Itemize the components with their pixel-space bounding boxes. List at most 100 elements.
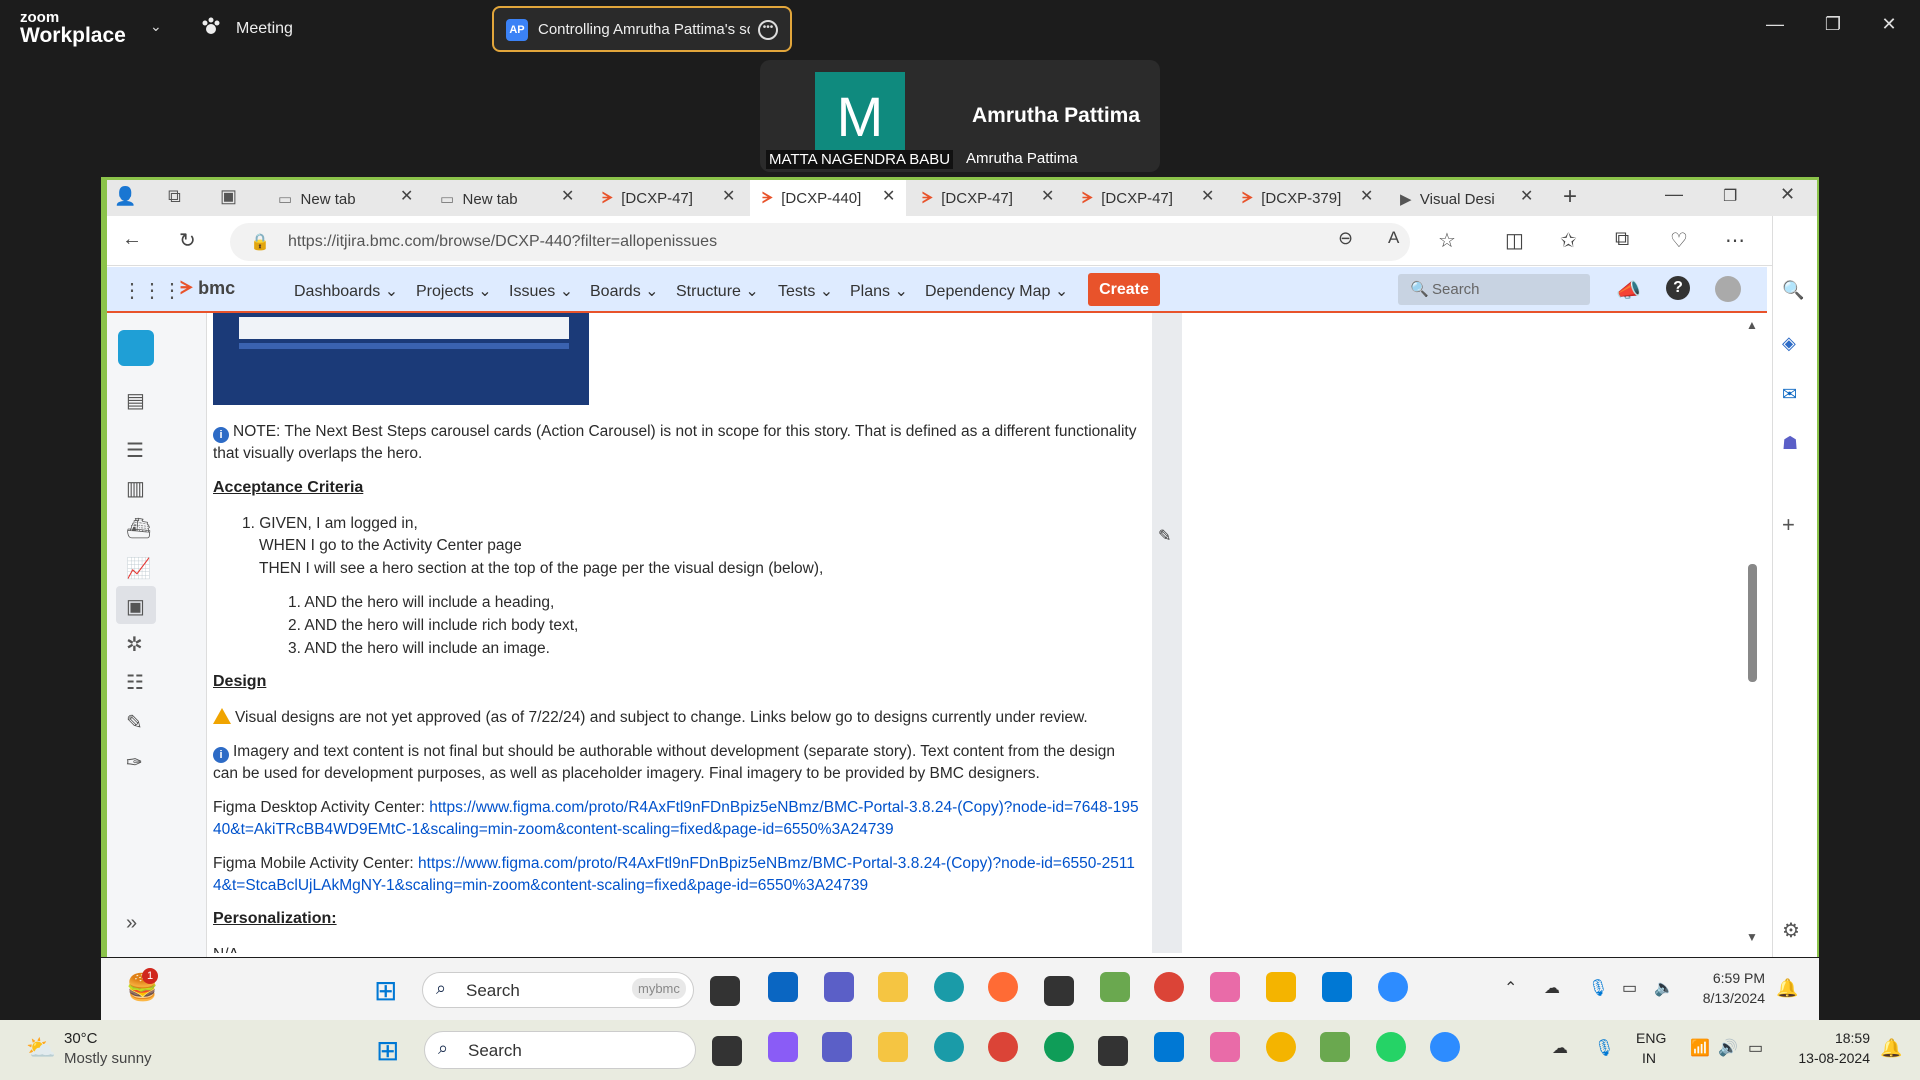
start-icon[interactable]: ⊞ [374,974,397,1007]
tab-dcxp-47-b[interactable]: ᗒ [DCXP-47] [922,180,1032,216]
collections-icon[interactable]: ⧉ [1615,228,1629,251]
feather-icon[interactable]: ✎ [126,710,143,735]
meeting-menu[interactable]: Meeting [236,20,293,38]
mic-icon[interactable]: 🎙 [1594,1038,1614,1058]
volume-icon[interactable]: 🔊 [1718,1038,1738,1058]
tab-dcxp-379[interactable]: ᗒ [DCXP-379] [1242,180,1360,216]
teams-icon[interactable]: ☗ [1782,433,1798,454]
teams-icon[interactable] [824,972,854,1002]
menu-plans[interactable]: Plans ⌄ [850,281,908,301]
feather-alt-icon[interactable]: ✑ [126,750,143,775]
close-icon[interactable]: ✕ [400,186,413,206]
chrome-icon[interactable] [988,1032,1018,1062]
remote-time[interactable]: 6:59 PM [1695,970,1765,986]
more-options-icon[interactable]: ••• [758,20,778,40]
postman-icon[interactable] [988,972,1018,1002]
display-icon[interactable]: ▭ [1622,978,1637,998]
notification-bell-icon[interactable]: 🔔 [1880,1038,1902,1059]
close-icon[interactable]: ✕ [1360,186,1373,206]
close-icon[interactable]: ✕ [1520,186,1533,206]
avatar[interactable] [1715,276,1741,302]
tab-visual-design[interactable]: ▶ Visual Desi [1400,180,1510,216]
settings-icon[interactable]: ⚙ [1782,918,1800,943]
more-icon[interactable]: ⋯ [1725,228,1745,253]
edge-icon[interactable] [934,1032,964,1062]
edge-icon[interactable] [934,972,964,1002]
zoom-icon[interactable] [1378,972,1408,1002]
workspaces-icon[interactable]: ⧉ [168,186,181,207]
wifi-icon[interactable]: 📶 [1690,1038,1710,1058]
tab-new-2[interactable]: ▭ New tab [440,180,580,216]
weather-sun-icon[interactable]: ⛅ [26,1034,56,1063]
chrome-profile-icon[interactable] [1044,1032,1074,1062]
volume-icon[interactable]: 🔈 [1654,978,1674,998]
chrome-alt-icon[interactable] [1266,1032,1296,1062]
browser-minimize-icon[interactable]: — [1665,184,1683,205]
refresh-icon[interactable]: ↻ [179,228,196,253]
notepad-icon[interactable] [1320,1032,1350,1062]
create-button[interactable]: Create [1088,273,1160,306]
start-icon[interactable]: ⊞ [376,1034,399,1067]
cmd-icon[interactable] [1098,1036,1128,1066]
expand-sidebar-icon[interactable]: » [126,912,137,935]
menu-dependency-map[interactable]: Dependency Map ⌄ [925,281,1068,301]
terminal-icon[interactable] [710,976,740,1006]
new-tab-icon[interactable]: + [1563,183,1577,211]
lang-code[interactable]: ENG [1636,1030,1666,1046]
close-icon[interactable]: ✕ [1041,186,1054,206]
mic-icon[interactable]: 🎙 [1588,978,1608,998]
file-explorer-icon[interactable] [878,1032,908,1062]
scroll-down-icon[interactable]: ▼ [1746,930,1758,944]
outlook-icon[interactable]: ✉ [1782,384,1797,405]
checklist-icon[interactable]: ☷ [126,670,144,695]
tab-actions-icon[interactable]: ▣ [220,186,237,207]
back-icon[interactable]: ← [122,228,142,251]
profile-icon[interactable]: 👤 [114,186,136,207]
browser-close-icon[interactable]: ✕ [1780,184,1795,205]
bmc-logo[interactable]: ᗒ bmc [180,278,235,299]
read-aloud-icon[interactable]: A [1388,228,1399,248]
extensions-icon[interactable]: ♡ [1670,228,1688,253]
close-icon[interactable]: ✕ [882,186,895,206]
browser-restore-icon[interactable]: ❐ [1723,186,1737,206]
zoom-out-icon[interactable]: ⊖ [1338,228,1353,249]
battery-icon[interactable]: ▭ [1748,1038,1763,1058]
stack-icon[interactable]: ☰ [126,438,144,463]
outlook-icon[interactable] [768,972,798,1002]
minimize-icon[interactable]: — [1760,14,1790,35]
close-icon[interactable]: ✕ [722,186,735,206]
edit-icon[interactable]: ✎ [1158,526,1171,546]
git-icon[interactable] [1266,972,1296,1002]
local-date[interactable]: 13-08-2024 [1790,1050,1870,1066]
file-explorer-icon[interactable] [878,972,908,1002]
terminal-icon[interactable] [712,1036,742,1066]
releases-icon[interactable]: ⛴ [126,516,151,541]
favorite-icon[interactable]: ☆ [1438,228,1456,253]
zoom-icon[interactable] [1430,1032,1460,1062]
vscode-icon[interactable] [1322,972,1352,1002]
notification-bell-icon[interactable]: 🔔 [1776,978,1798,999]
paint-icon[interactable] [1210,1032,1240,1062]
onedrive-icon[interactable]: ☁ [1544,978,1560,998]
issues-icon[interactable]: ▣ [126,594,145,619]
menu-projects[interactable]: Projects ⌄ [416,281,492,301]
panel-divider[interactable] [1152,313,1182,953]
paint-icon[interactable] [1210,972,1240,1002]
search-icon[interactable]: 🔍 [1782,280,1804,301]
favorites-icon[interactable]: ✩ [1560,228,1577,253]
app-switcher-icon[interactable]: ⋮⋮⋮ [122,278,182,303]
local-search-box[interactable] [424,1031,696,1069]
chrome-icon[interactable] [1154,972,1184,1002]
tab-dcxp-47-c[interactable]: ᗒ [DCXP-47] [1082,180,1192,216]
close-icon[interactable]: ✕ [561,186,574,206]
vscode-icon[interactable] [1154,1032,1184,1062]
menu-tests[interactable]: Tests ⌄ [778,281,833,301]
add-icon[interactable]: + [1782,512,1795,538]
lang-region[interactable]: IN [1642,1050,1656,1066]
whatsapp-icon[interactable] [1376,1032,1406,1062]
help-icon[interactable]: ? [1666,276,1690,300]
notepad-icon[interactable] [1100,972,1130,1002]
onedrive-icon[interactable]: ☁ [1552,1038,1568,1058]
chevron-down-icon[interactable]: ⌄ [150,18,162,35]
tray-chevron-icon[interactable]: ⌃ [1504,978,1517,998]
